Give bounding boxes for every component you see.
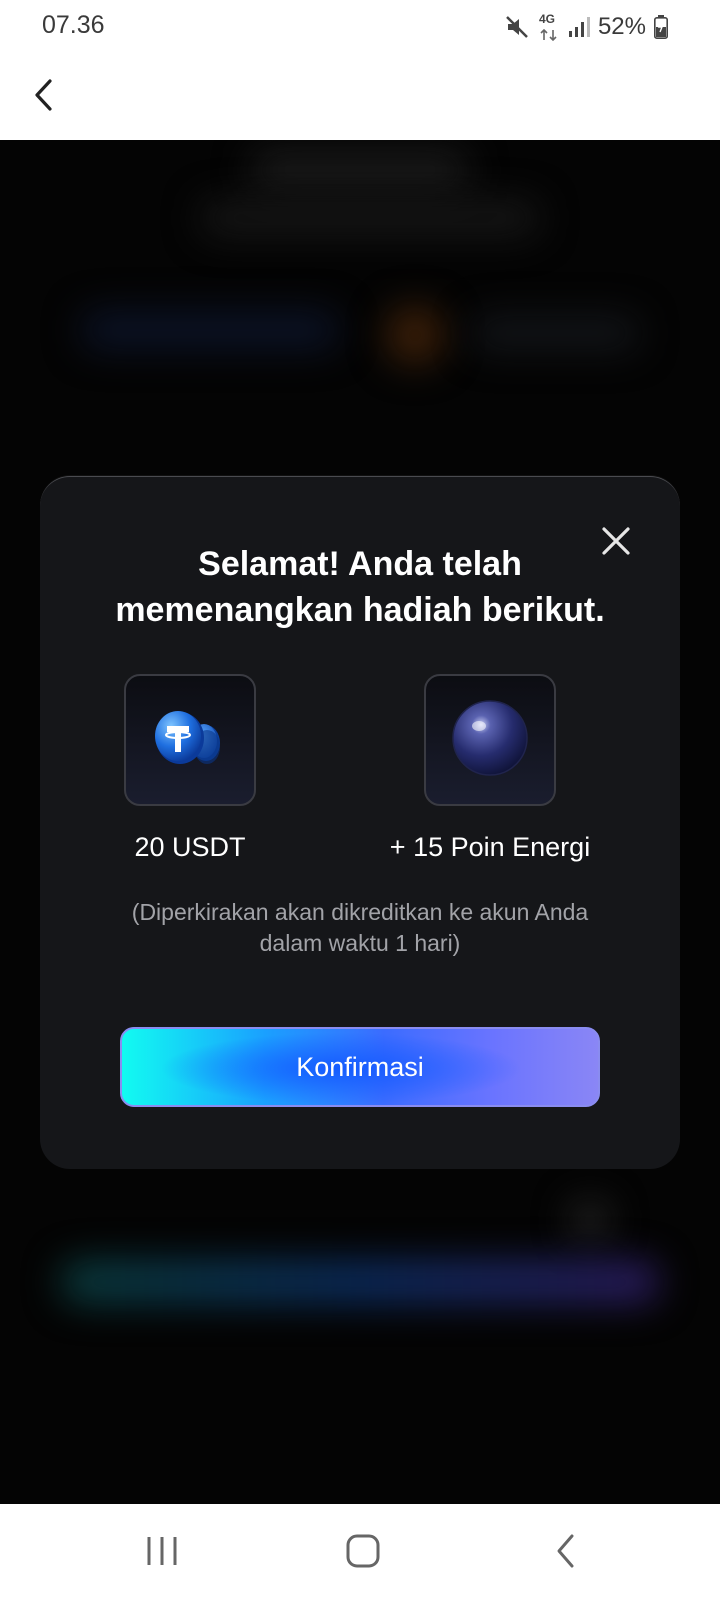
screen: 07.36 4G 52% Selamat! Anda telah memenan… — [0, 0, 720, 1600]
reward-energy: + 15 Poin Energi — [370, 674, 610, 863]
usdt-coin-icon — [150, 703, 230, 778]
status-icons: 4G 52% — [504, 12, 668, 42]
credit-note: (Diperkirakan akan dikreditkan ke akun A… — [100, 897, 620, 959]
mute-icon — [504, 14, 530, 40]
system-nav-bar — [0, 1504, 720, 1600]
blurred-content — [385, 305, 445, 365]
confirm-button[interactable]: Konfirmasi — [120, 1027, 600, 1107]
credit-note-line1: (Diperkirakan akan dikreditkan ke akun A… — [131, 899, 589, 925]
blurred-content — [250, 150, 470, 190]
reward-label: + 15 Poin Energi — [389, 832, 591, 862]
blurred-content — [470, 315, 640, 351]
status-bar: 07.36 4G 52% — [0, 0, 720, 54]
energy-orb-icon — [450, 698, 530, 783]
home-icon — [345, 1533, 381, 1574]
app-header — [0, 54, 720, 140]
blurred-content — [570, 1200, 610, 1240]
home-button[interactable] — [333, 1530, 393, 1576]
blurred-content — [80, 310, 340, 350]
signal-icon — [568, 16, 590, 38]
back-icon — [554, 1533, 578, 1574]
credit-note-line2: dalam waktu 1 hari) — [259, 930, 461, 956]
reward-tile — [424, 674, 556, 806]
reward-usdt: 20 USDT — [70, 674, 310, 863]
modal-title: Selamat! Anda telah memenangkan hadiah b… — [80, 541, 640, 633]
reward-tile — [124, 674, 256, 806]
blurred-content — [200, 200, 540, 236]
chevron-left-icon — [32, 77, 56, 118]
modal-title-line1: Selamat! Anda telah — [198, 545, 522, 583]
battery-icon — [654, 15, 668, 39]
confirm-button-label: Konfirmasi — [296, 1051, 424, 1082]
blurred-content — [60, 1260, 660, 1304]
status-time: 07.36 — [42, 11, 105, 39]
reward-label: 20 USDT — [134, 832, 246, 862]
modal-title-line2: memenangkan hadiah berikut. — [115, 591, 605, 629]
recent-apps-button[interactable] — [132, 1530, 192, 1576]
network-4g-icon: 4G — [538, 12, 560, 42]
system-back-button[interactable] — [536, 1530, 596, 1576]
recent-apps-icon — [145, 1535, 179, 1572]
battery-percent: 52% — [597, 13, 646, 40]
network-label: 4G — [538, 12, 555, 26]
back-button[interactable] — [24, 72, 64, 122]
reward-modal: Selamat! Anda telah memenangkan hadiah b… — [40, 476, 680, 1169]
